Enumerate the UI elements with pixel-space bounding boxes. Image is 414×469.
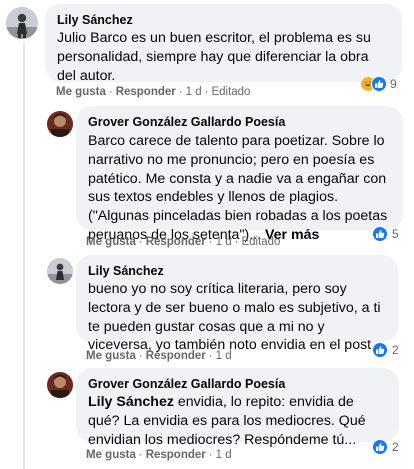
reaction-summary[interactable]: 2 — [372, 437, 399, 457]
reply-button[interactable]: Responder — [146, 236, 206, 248]
reaction-summary[interactable]: 9 — [360, 74, 397, 94]
like-button[interactable]: Me gusta — [86, 449, 136, 461]
reply-button[interactable]: Responder — [146, 350, 206, 362]
avatar[interactable] — [47, 372, 73, 398]
avatar[interactable] — [47, 111, 73, 137]
timestamp[interactable]: 1 d — [216, 449, 232, 461]
reaction-count: 5 — [392, 227, 399, 241]
avatar[interactable] — [6, 7, 38, 39]
reaction-summary[interactable]: 5 — [372, 224, 399, 244]
comment-bubble: Grover González Gallardo Poesía Lily Sán… — [76, 368, 399, 448]
like-button[interactable]: Me gusta — [56, 86, 106, 98]
comment-actions: Me gusta · Responder · 1 d · Editado — [56, 86, 251, 98]
reply-button[interactable]: Responder — [146, 449, 206, 461]
comment-author[interactable]: Grover González Gallardo Poesía — [88, 376, 387, 392]
comment-text: Julio Barco es un buen escritor, el prob… — [57, 30, 371, 84]
timestamp[interactable]: 1 d — [216, 236, 232, 248]
comment-body: Barco carece de talento para poetizar. S… — [88, 133, 388, 243]
like-icon — [371, 76, 387, 92]
comment-text: Barco carece de talento para poetizar. S… — [88, 132, 391, 245]
reply-button[interactable]: Responder — [116, 86, 176, 98]
thread-line — [23, 92, 25, 469]
like-button[interactable]: Me gusta — [86, 350, 136, 362]
reaction-count: 2 — [392, 343, 399, 357]
comment-actions: Me gusta · Responder · 1 d — [86, 350, 232, 362]
comment-actions: Me gusta · Responder · 1 d · Editado — [86, 236, 281, 248]
comment-author[interactable]: Lily Sánchez — [57, 12, 390, 28]
edited-label: Editado — [241, 236, 281, 248]
reaction-count: 2 — [392, 440, 399, 454]
comment-actions: Me gusta · Responder · 1 d — [86, 449, 232, 461]
like-icon — [372, 342, 388, 358]
comment-author[interactable]: Grover González Gallardo Poesía — [88, 114, 391, 130]
thread-line — [23, 42, 25, 92]
like-button[interactable]: Me gusta — [86, 236, 136, 248]
like-icon — [372, 226, 388, 242]
reaction-count: 9 — [390, 77, 397, 91]
comment-bubble: Grover González Gallardo Poesía Barco ca… — [76, 106, 403, 243]
like-icon — [372, 439, 388, 455]
timestamp[interactable]: 1 d — [186, 86, 202, 98]
edited-label: Editado — [211, 86, 251, 98]
avatar[interactable] — [47, 258, 73, 284]
comment-bubble: Lily Sánchez bueno yo no soy crítica lit… — [76, 255, 398, 353]
comment-author[interactable]: Lily Sánchez — [88, 263, 386, 279]
mention-link[interactable]: Lily Sánchez — [88, 394, 174, 410]
comment-bubble: Lily Sánchez Julio Barco es un buen escr… — [45, 4, 402, 84]
comment-text: bueno yo no soy crítica literaria, pero … — [88, 281, 381, 354]
reaction-summary[interactable]: 2 — [372, 340, 399, 360]
comment-text: Lily Sánchez envidia, lo repito: envidia… — [88, 393, 387, 449]
timestamp[interactable]: 1 d — [216, 350, 232, 362]
